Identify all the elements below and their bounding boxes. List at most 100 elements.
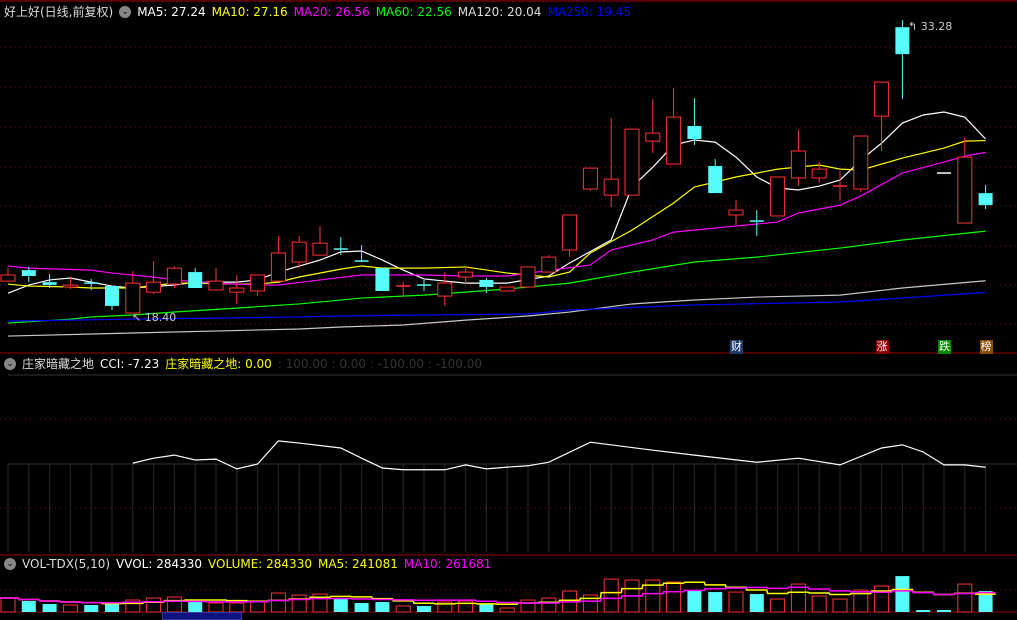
- volume-bar: [749, 594, 764, 612]
- volume-bar: [375, 602, 390, 612]
- volume-bar: [354, 603, 369, 612]
- ma-legend-item: MA10: 27.16: [211, 5, 288, 19]
- cci-panel-marks: [132, 440, 986, 471]
- candle-body: [582, 167, 598, 190]
- ma-legend-item: MA250: 19.45: [547, 5, 632, 19]
- candle: [417, 279, 431, 291]
- candle-body: [978, 193, 993, 206]
- volume-bar: [520, 599, 536, 613]
- volume-bar: [541, 597, 557, 613]
- volume-bar: [291, 594, 307, 613]
- candle-body: [728, 209, 744, 216]
- candle-body: [312, 242, 328, 256]
- candle: [957, 138, 973, 224]
- candle: [582, 167, 598, 191]
- candle: [458, 265, 474, 285]
- volume-bar: [937, 610, 951, 612]
- event-marker[interactable]: 跌: [938, 340, 951, 354]
- candle: [666, 88, 682, 165]
- volume-bar: [62, 604, 78, 613]
- candle-body: [105, 286, 119, 306]
- volume-panel-marks: [0, 576, 996, 613]
- candle: [541, 255, 557, 273]
- volume-bar: [229, 602, 245, 613]
- candle: [624, 128, 640, 196]
- candle-body: [666, 116, 682, 165]
- candle-body: [166, 267, 182, 285]
- chevron-down-icon[interactable]: ⌄: [119, 6, 132, 18]
- candle-body: [520, 266, 536, 288]
- candle: [978, 185, 993, 210]
- candle: [437, 272, 453, 306]
- volume-ma5-value: MA5: 241081: [317, 557, 398, 571]
- candle-body: [62, 284, 78, 288]
- volume-bar: [832, 598, 848, 613]
- candle-body: [125, 282, 141, 314]
- candle-body: [291, 241, 307, 263]
- volume-bar: [21, 601, 36, 612]
- candle-body: [853, 135, 869, 190]
- volume-bar: [499, 607, 515, 613]
- volume-bar: [250, 600, 266, 613]
- candle-body: [957, 156, 973, 224]
- candle-body: [42, 282, 57, 286]
- volume-bar: [417, 606, 431, 612]
- chevron-down-icon[interactable]: ⌄: [4, 558, 16, 570]
- volume-panel-title: VOL-TDX(5,10): [22, 557, 111, 571]
- ma-legend-item: MA60: 22.56: [375, 5, 452, 19]
- low-price-value: 18.40: [144, 311, 177, 324]
- volume-bar: [916, 610, 931, 612]
- cci-value: CCI: -7.23: [100, 357, 160, 371]
- event-marker[interactable]: 涨: [875, 340, 889, 354]
- candle: [708, 159, 723, 194]
- candle: [375, 268, 390, 291]
- event-marker[interactable]: 财: [730, 340, 743, 354]
- volume-bar: [770, 598, 786, 613]
- ma-legend: MA5: 27.24 MA10: 27.16 MA20: 26.56 MA60: 22…: [137, 4, 631, 20]
- volume-bar: [790, 583, 806, 613]
- volume-bar: [874, 585, 890, 613]
- ma10-line: [7, 139, 986, 289]
- candle: [250, 274, 266, 297]
- ma-legend-item: MA5: 27.24: [137, 5, 206, 19]
- volume-bar: [333, 599, 348, 612]
- volume-bar: [957, 583, 973, 613]
- volume-bar: [603, 578, 619, 613]
- cci-panel-title: 庄家暗藏之地: [22, 357, 95, 371]
- volume-bar: [479, 604, 494, 612]
- candle: [21, 266, 36, 283]
- cci-line: [132, 440, 986, 471]
- volume-value: VOLUME: 284330: [208, 557, 312, 571]
- ma20-line: [7, 151, 986, 286]
- high-price-label: ↰ 33.28: [908, 20, 953, 33]
- candle: [562, 214, 578, 258]
- chevron-down-icon[interactable]: ⌄: [4, 358, 16, 370]
- candle: [105, 286, 119, 311]
- event-marker[interactable]: 榜: [979, 340, 993, 354]
- volume-bar: [811, 595, 827, 613]
- candle-body: [0, 274, 16, 282]
- candle-body: [541, 256, 557, 273]
- volume-bar: [666, 581, 682, 613]
- stock-chart-canvas[interactable]: [0, 0, 1017, 616]
- volume-bar: [84, 605, 99, 612]
- volume-bar: [895, 576, 910, 612]
- candle-body: [375, 268, 390, 291]
- cci-reference-levels: : 100.00 : 0.00 : -100.00 : -100.00: [277, 357, 483, 371]
- candle: [499, 286, 515, 292]
- candle: [312, 226, 328, 256]
- candle-body: [437, 282, 453, 297]
- candles: [0, 20, 993, 314]
- frame: [0, 0, 1017, 613]
- volume-bar: [728, 591, 744, 613]
- candle: [603, 118, 619, 208]
- candle-body: [499, 286, 515, 292]
- volume-bar: [582, 594, 598, 613]
- volume-ma10-value: MA10: 261681: [403, 557, 492, 571]
- volume-bar: [146, 597, 162, 613]
- candle: [687, 98, 702, 146]
- candle-body: [229, 287, 245, 293]
- scroll-indicator[interactable]: [162, 612, 242, 620]
- volume-panel-header: ⌄ VOL-TDX(5,10) VVOL: 284330 VOLUME: 284…: [4, 556, 491, 572]
- candle-body: [146, 281, 162, 293]
